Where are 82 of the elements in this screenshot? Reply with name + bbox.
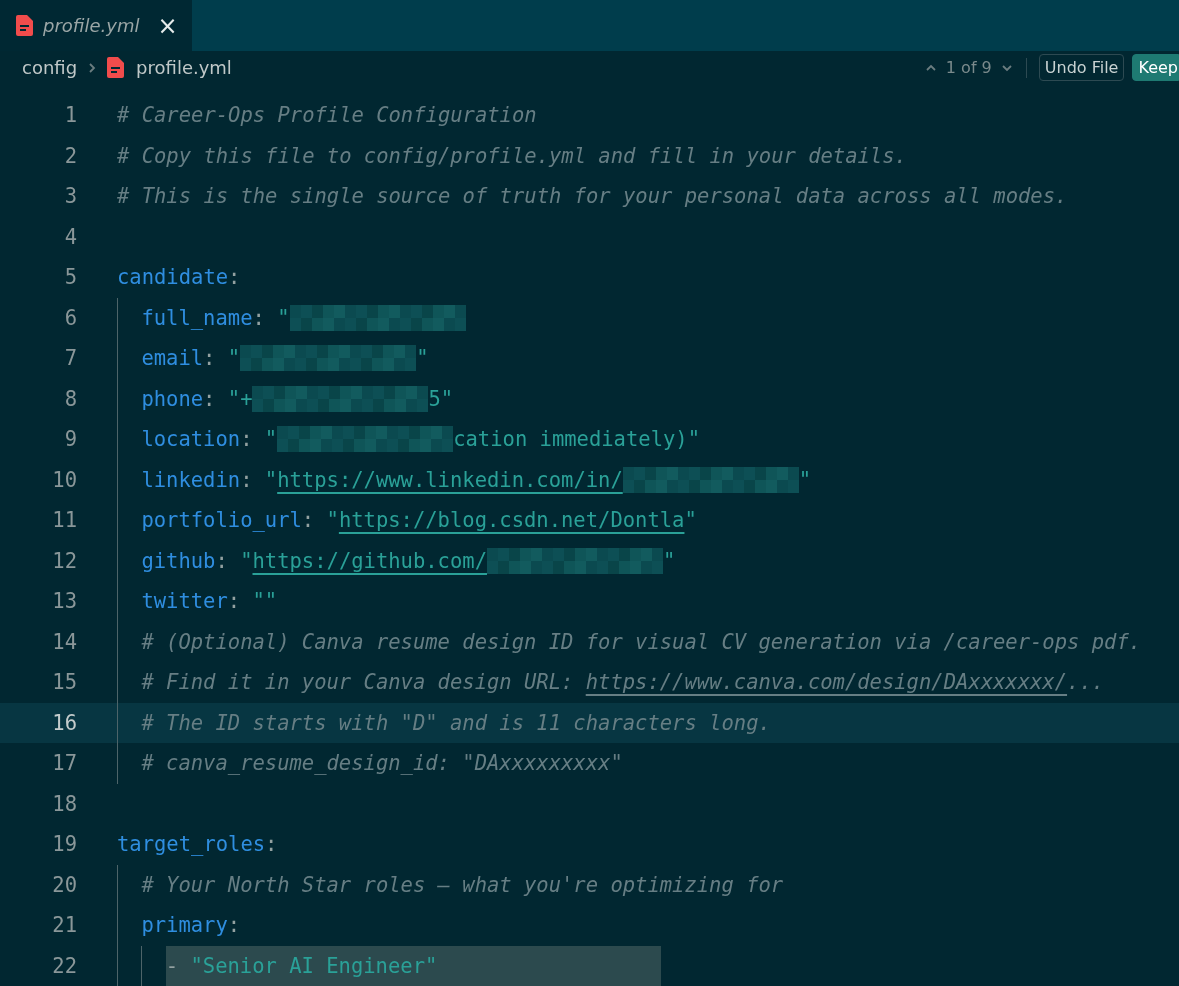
- code-token: portfolio_url: [141, 508, 302, 533]
- code-token: location: [141, 427, 241, 452]
- line-number: 2: [63, 143, 77, 168]
- code-comment: # Copy this file to config/profile.yml and fill in your details.: [117, 143, 907, 168]
- code-comment: # This is the single source of truth for your personal data across all modes.: [117, 184, 1068, 209]
- line-number: 12: [51, 548, 77, 573]
- code-token: -: [165, 953, 180, 978]
- line-number: 10: [51, 467, 77, 492]
- breadcrumb-item[interactable]: profile.yml: [136, 57, 232, 79]
- line-number: 6: [63, 305, 77, 330]
- code-token: ": [326, 508, 339, 533]
- file-icon: [16, 15, 33, 37]
- file-icon: [107, 57, 125, 79]
- code-token: ": [264, 427, 278, 452]
- line-number: 5: [63, 265, 77, 290]
- line-number: 18: [51, 791, 77, 816]
- code-comment: # Career-Ops Profile Configuration: [117, 103, 537, 128]
- code-token: full_name: [141, 305, 253, 330]
- code-token: cation immediately)": [453, 427, 700, 452]
- code-token: "+: [227, 386, 253, 411]
- code-token: :: [252, 305, 266, 330]
- line-number: 4: [63, 224, 77, 249]
- link[interactable]: https://github.com/: [252, 548, 487, 573]
- code-comment: # canva_resume_design_id: "DAxxxxxxxxx": [141, 751, 623, 776]
- line-number: 7: [63, 346, 77, 371]
- line-number: 11: [51, 508, 77, 533]
- code-token: "Senior AI Engineer": [190, 953, 438, 978]
- code-token: 5": [428, 386, 454, 411]
- change-counter: 1 of 9: [945, 58, 992, 78]
- code-token: :: [215, 548, 229, 573]
- code-token: email: [141, 346, 204, 371]
- code-token: "": [252, 589, 278, 614]
- code-token: target_roles: [117, 832, 266, 857]
- code-token: :: [227, 589, 242, 614]
- link[interactable]: https://www.canva.com/design/DAxxxxxxx/: [585, 670, 1068, 695]
- code-comment: # (Optional) Canva resume design ID for visual CV generation via /career-ops pdf.: [141, 629, 1142, 654]
- code-token: ": [227, 346, 241, 371]
- code-token: linkedin: [141, 467, 241, 492]
- breadcrumb-item[interactable]: config: [22, 57, 78, 79]
- code-token: candidate: [117, 265, 229, 290]
- code-token: :: [265, 832, 278, 857]
- code-token: :: [227, 913, 241, 938]
- code-token: ": [264, 467, 278, 492]
- line-number: 1: [63, 103, 77, 128]
- code-comment: ...: [1067, 670, 1105, 695]
- line-number: 16: [51, 710, 77, 735]
- code-token: ": [798, 467, 812, 492]
- line-number: 17: [51, 751, 77, 776]
- keep-button[interactable]: Keep: [1132, 54, 1179, 82]
- code-token: phone: [141, 386, 204, 411]
- code-token: ": [277, 305, 290, 330]
- line-number: 20: [51, 872, 77, 897]
- link[interactable]: https://www.linkedin.com/in/: [277, 467, 623, 492]
- code-token: :: [203, 346, 217, 371]
- line-number: 22: [51, 953, 77, 978]
- editor-tab[interactable]: profile.yml ×: [0, 0, 192, 52]
- line-number: 15: [51, 670, 77, 695]
- code-token: :: [203, 386, 217, 411]
- code-token: ": [663, 548, 676, 573]
- code-token: :: [240, 467, 254, 492]
- code-token: github: [141, 548, 216, 573]
- code-comment: # The ID starts with "D" and is 11 characters long.: [141, 710, 771, 735]
- code-comment: # Your North Star roles — what you're optimizing for: [141, 872, 784, 897]
- close-button[interactable]: ×: [157, 13, 178, 38]
- code-token: twitter: [141, 589, 228, 614]
- code-token: ": [416, 346, 429, 371]
- code-token: :: [228, 265, 241, 290]
- code-token: ": [240, 548, 253, 573]
- line-number: 21: [51, 913, 77, 938]
- code-token: ": [684, 508, 697, 533]
- code-token: :: [240, 427, 254, 452]
- line-number: 3: [63, 184, 77, 209]
- code-token: primary: [141, 913, 228, 938]
- link[interactable]: https://blog.csdn.net/Dontla: [338, 508, 685, 533]
- undo-file-button[interactable]: Undo File: [1038, 54, 1125, 82]
- line-number: 19: [51, 832, 77, 857]
- line-number: 13: [51, 589, 77, 614]
- code-token: :: [301, 508, 316, 533]
- line-number: 9: [63, 427, 77, 452]
- line-number: 8: [63, 386, 77, 411]
- line-number: 14: [51, 629, 77, 654]
- code-comment: # Find it in your Canva design URL:: [141, 670, 575, 695]
